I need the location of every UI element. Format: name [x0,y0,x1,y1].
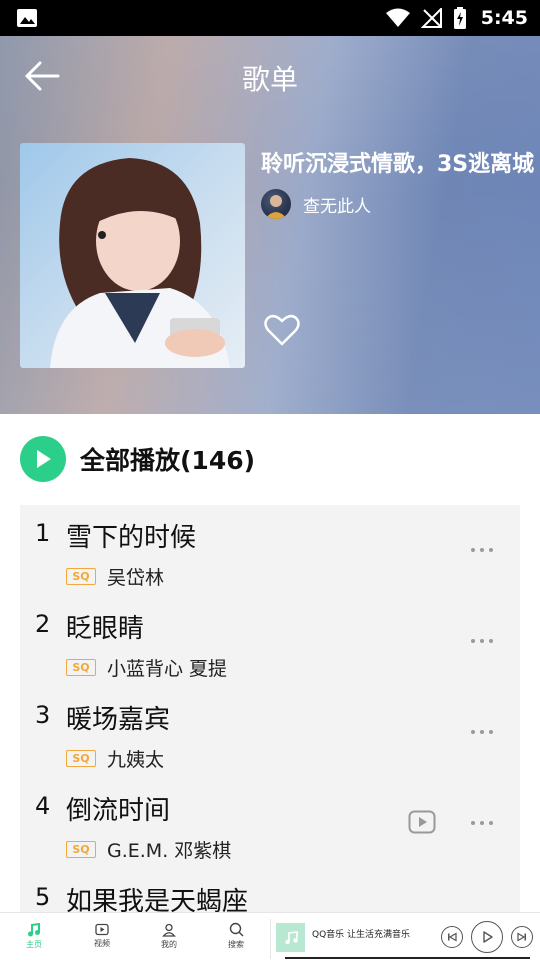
play-icon [20,436,66,482]
bottom-bar: 主页 视频 我的 搜索 QQ音乐 让生活充满音乐 [0,912,540,960]
wifi-icon [385,8,410,27]
status-time: 5:45 [480,7,528,29]
song-index: 1 [35,519,51,547]
song-artist: 九姨太 [107,749,165,771]
nav-home[interactable]: 主页 [14,913,54,959]
song-title: 倒流时间 [66,796,171,826]
sq-badge: SQ [66,841,96,858]
more-options-icon[interactable] [466,725,498,739]
heart-icon [264,314,300,346]
skip-next-icon [517,932,526,942]
song-row[interactable]: 4 倒流时间 SQ G.E.M. 邓紫棋 [20,778,520,869]
song-row[interactable]: 1 雪下的时候 SQ 吴岱林 [20,505,520,596]
creator-name[interactable]: 查无此人 [303,192,371,217]
nav-label: 视频 [94,939,110,948]
song-index: 3 [35,701,51,729]
song-title: 如果我是天蝎座 [66,887,249,915]
song-artist: 吴岱林 [107,567,165,589]
page-title: 歌单 [241,63,298,96]
system-icons: 5:45 [385,0,528,36]
nav-video[interactable]: 视频 [82,913,122,959]
song-row[interactable]: 3 暖场嘉宾 SQ 九姨太 [20,687,520,778]
avatar-image [265,195,287,219]
image-notification-icon [17,9,37,27]
mini-player-progress [285,957,530,959]
cover-image [20,143,245,368]
more-options-icon[interactable] [466,543,498,557]
nav-label: 搜索 [228,940,244,949]
mini-player-text[interactable]: QQ音乐 让生活充满音乐 [312,927,410,940]
play-icon [483,931,493,943]
music-note-icon [28,922,40,936]
nav-label: 我的 [161,939,177,949]
more-options-icon[interactable] [466,634,498,648]
nav-label: 主页 [26,939,42,949]
play-pause-button[interactable] [471,921,503,953]
search-icon [229,922,243,937]
play-all-button[interactable]: 全部播放(146) [20,436,255,482]
favorite-button[interactable] [264,313,300,347]
music-note-icon [284,930,298,944]
skip-previous-icon [448,932,457,942]
video-icon [95,923,109,936]
song-title: 暖场嘉宾 [66,705,171,735]
next-button[interactable] [511,926,533,948]
song-row[interactable]: 5 如果我是天蝎座 [20,869,520,915]
sq-badge: SQ [66,659,96,676]
song-index: 5 [35,883,51,911]
creator-avatar[interactable] [261,189,291,219]
mini-player-cover[interactable] [276,923,305,952]
song-title: 眨眼睛 [66,614,145,644]
no-signal-icon [420,8,442,28]
sq-badge: SQ [66,750,96,767]
nav-mine[interactable]: 我的 [149,913,189,959]
sq-badge: SQ [66,568,96,585]
playlist-cover[interactable] [20,143,245,368]
song-list: 1 雪下的时候 SQ 吴岱林 2 眨眼睛 SQ 小蓝背心 夏提 3 暖场嘉宾 S… [20,505,520,915]
play-all-label: 全部播放(146) [80,446,256,475]
status-bar: 5:45 [0,0,540,36]
playlist-name: 聆听沉浸式情歌，3S逃离城 [261,152,535,177]
previous-button[interactable] [441,926,463,948]
person-icon [162,923,176,937]
song-row[interactable]: 2 眨眼睛 SQ 小蓝背心 夏提 [20,596,520,687]
song-index: 4 [35,792,51,820]
nav-search[interactable]: 搜索 [216,913,256,959]
mv-play-icon[interactable] [408,810,436,834]
song-index: 2 [35,610,51,638]
creator-row[interactable]: 查无此人 [261,189,371,219]
song-artist: 小蓝背心 夏提 [107,658,228,680]
more-options-icon[interactable] [466,816,498,830]
battery-charging-icon [453,7,466,29]
playlist-header: 歌单 聆听沉浸式情歌，3S逃离城 查无此人 [0,36,540,414]
song-title: 雪下的时候 [66,523,197,553]
song-artist: G.E.M. 邓紫棋 [107,840,232,862]
